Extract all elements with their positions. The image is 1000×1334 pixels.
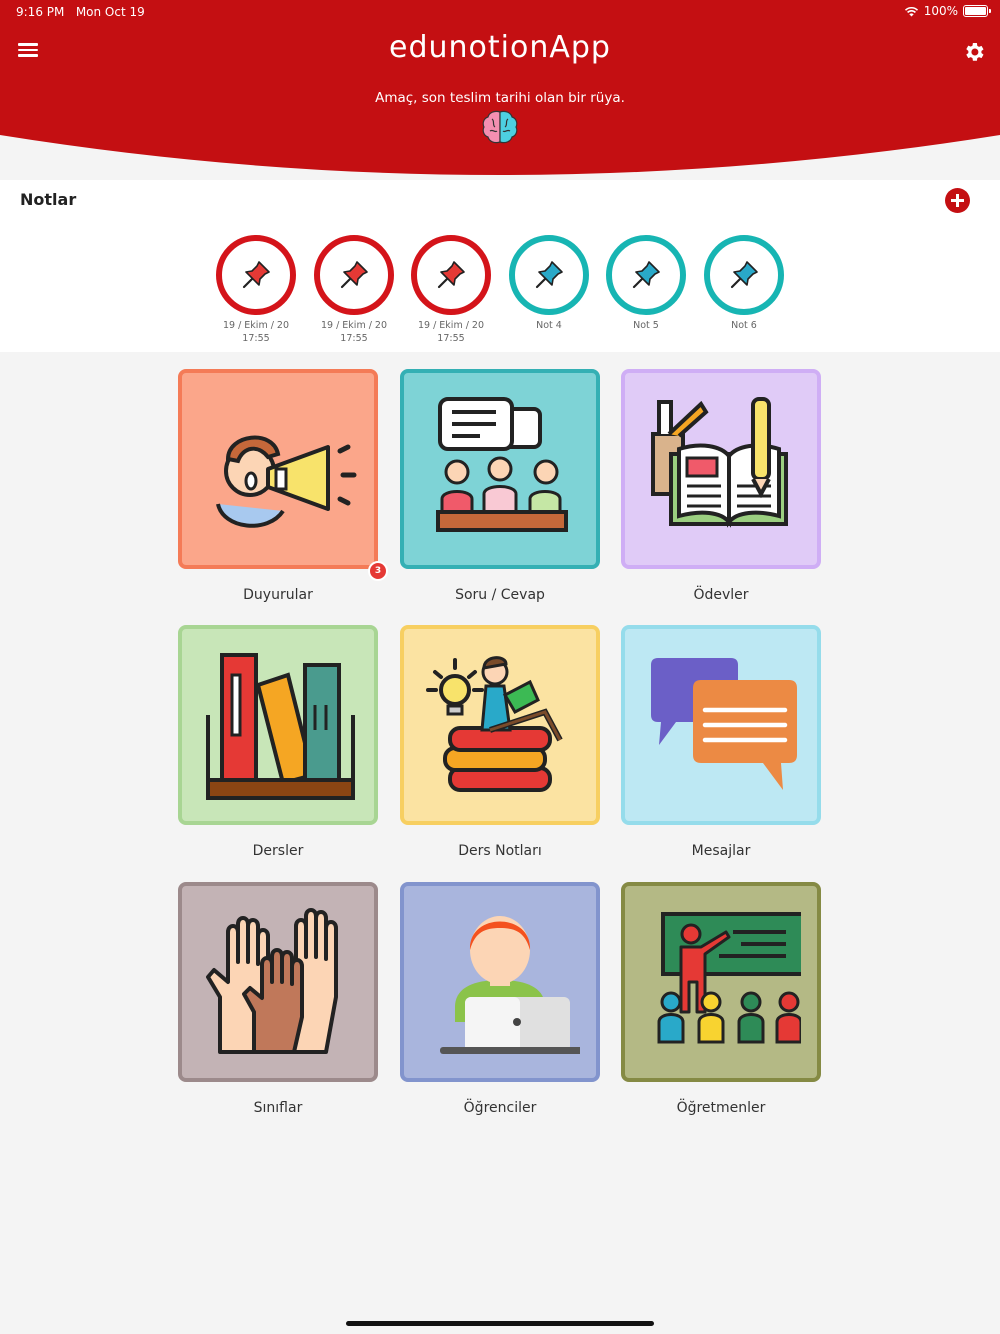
home-indicator[interactable] bbox=[346, 1321, 654, 1326]
settings-gear-icon[interactable] bbox=[962, 40, 986, 64]
tile-box bbox=[178, 625, 378, 825]
tile-label: Ders Notları bbox=[458, 843, 542, 859]
note-item[interactable]: 19 / Ekim / 20 17:55 bbox=[206, 235, 306, 345]
tile-label: Ödevler bbox=[693, 587, 749, 603]
raised-hands-icon bbox=[206, 908, 338, 1054]
note-time: 17:55 bbox=[340, 333, 368, 344]
note-item[interactable]: Not 5 bbox=[596, 235, 696, 332]
tile-label: Öğretmenler bbox=[676, 1100, 766, 1116]
tile-ogretmenler[interactable]: Öğretmenler bbox=[621, 882, 821, 1116]
note-item[interactable]: Not 4 bbox=[499, 235, 599, 332]
pushpin-icon bbox=[535, 261, 563, 289]
tile-box bbox=[621, 369, 821, 569]
wifi-icon bbox=[904, 6, 918, 16]
notification-badge: 3 bbox=[368, 561, 388, 581]
battery-icon bbox=[963, 5, 991, 17]
note-item[interactable]: 19 / Ekim / 20 17:55 bbox=[304, 235, 404, 345]
tile-dersler[interactable]: Dersler bbox=[178, 625, 378, 859]
app-header: 9:16 PM Mon Oct 19 100% edunotionApp Ama… bbox=[0, 0, 1000, 180]
discussion-icon bbox=[436, 397, 568, 532]
note-item[interactable]: 19 / Ekim / 20 17:55 bbox=[401, 235, 501, 345]
pushpin-icon bbox=[730, 261, 758, 289]
tile-box bbox=[400, 882, 600, 1082]
tile-soru-cevap[interactable]: Soru / Cevap bbox=[400, 369, 600, 603]
tile-box bbox=[400, 625, 600, 825]
tile-box bbox=[621, 882, 821, 1082]
tile-label: Sınıflar bbox=[253, 1100, 303, 1116]
note-circle bbox=[314, 235, 394, 315]
note-circle bbox=[704, 235, 784, 315]
status-bar: 9:16 PM Mon Oct 19 100% bbox=[0, 0, 1000, 24]
note-date: 19 / Ekim / 20 bbox=[417, 320, 485, 331]
note-title: Not 5 bbox=[633, 320, 659, 331]
note-item[interactable]: Not 6 bbox=[694, 235, 794, 332]
tile-box: 3 bbox=[178, 369, 388, 581]
note-circle bbox=[509, 235, 589, 315]
note-date: 19 / Ekim / 20 bbox=[320, 320, 388, 331]
tile-box bbox=[621, 625, 821, 825]
tile-mesajlar[interactable]: Mesajlar bbox=[621, 625, 821, 859]
note-circle bbox=[411, 235, 491, 315]
note-time: 17:55 bbox=[437, 333, 465, 344]
teacher-icon bbox=[657, 912, 801, 1044]
brain-icon bbox=[482, 110, 518, 144]
pushpin-icon bbox=[632, 261, 660, 289]
chat-bubbles-icon bbox=[651, 658, 797, 790]
tile-label: Dersler bbox=[252, 843, 304, 859]
status-time: 9:16 PM Mon Oct 19 bbox=[16, 5, 145, 19]
notes-section: Notlar 19 / Ekim / 20 17:55 19 / Ekim / 2… bbox=[0, 180, 1000, 352]
note-title: Not 6 bbox=[731, 320, 757, 331]
pushpin-icon bbox=[437, 261, 465, 289]
note-circle bbox=[606, 235, 686, 315]
note-title: Not 4 bbox=[536, 320, 562, 331]
notes-row: 19 / Ekim / 20 17:55 19 / Ekim / 20 17:55 … bbox=[0, 235, 1000, 350]
note-time: 17:55 bbox=[242, 333, 270, 344]
motto-text: Amaç, son teslim tarihi olan bir rüya. bbox=[375, 90, 625, 106]
tile-box bbox=[400, 369, 600, 569]
note-date: 19 / Ekim / 20 bbox=[222, 320, 290, 331]
homework-icon bbox=[651, 397, 788, 528]
pushpin-icon bbox=[340, 261, 368, 289]
tile-odevler[interactable]: Ödevler bbox=[621, 369, 821, 603]
tile-siniflar[interactable]: Sınıflar bbox=[178, 882, 378, 1116]
tile-label: Mesajlar bbox=[691, 843, 751, 859]
tile-ogrenciler[interactable]: Öğrenciler bbox=[400, 882, 600, 1116]
status-indicators: 100% bbox=[904, 4, 991, 18]
student-icon bbox=[440, 916, 580, 1054]
tile-label: Öğrenciler bbox=[463, 1100, 537, 1116]
tile-duyurular[interactable]: 3 Duyurular bbox=[178, 369, 388, 603]
note-circle bbox=[216, 235, 296, 315]
add-note-button[interactable] bbox=[945, 188, 970, 213]
books-icon bbox=[206, 653, 355, 800]
pushpin-icon bbox=[242, 261, 270, 289]
megaphone-icon bbox=[216, 435, 357, 528]
tile-ders-notlari[interactable]: Ders Notları bbox=[400, 625, 600, 859]
app-title: edunotionApp bbox=[389, 30, 611, 65]
tile-label: Duyurular bbox=[243, 587, 313, 603]
battery-percent: 100% bbox=[923, 4, 958, 18]
tile-box bbox=[178, 882, 378, 1082]
tile-label: Soru / Cevap bbox=[455, 587, 545, 603]
notes-title: Notlar bbox=[20, 190, 77, 209]
reader-icon bbox=[426, 656, 563, 792]
